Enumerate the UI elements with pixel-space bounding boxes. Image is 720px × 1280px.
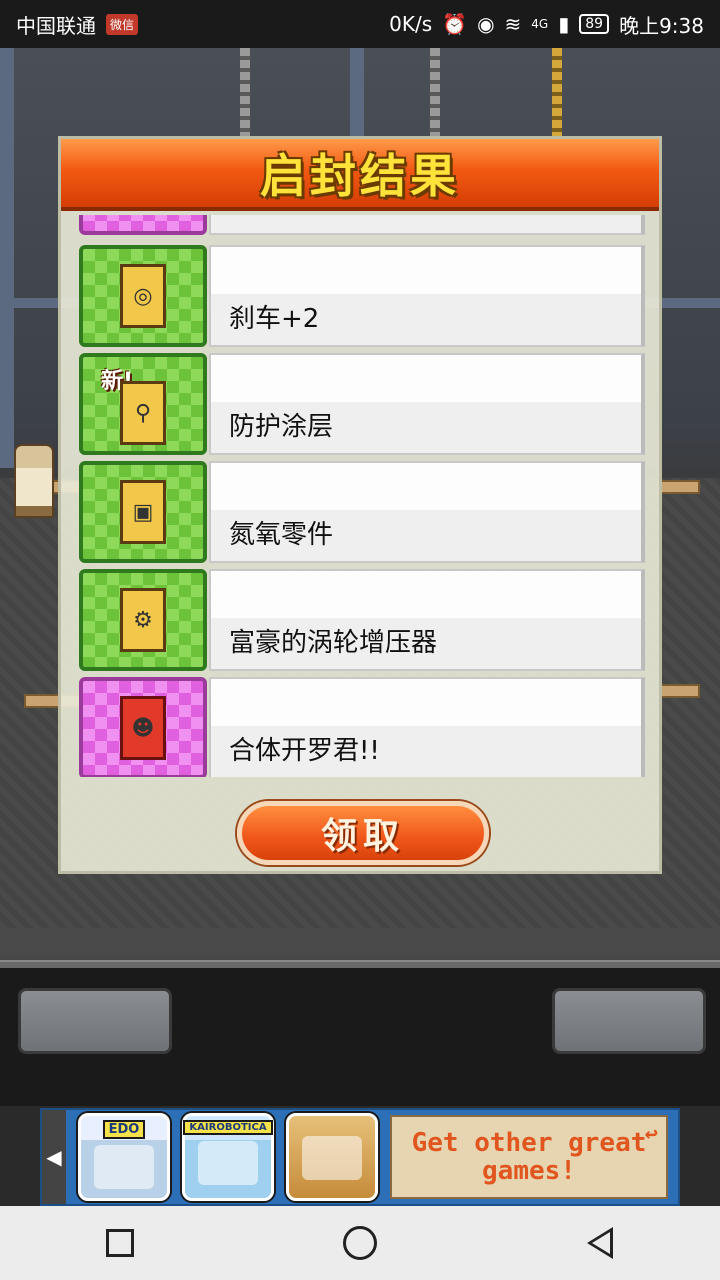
dialog-header: 启封结果 xyxy=(61,139,659,211)
item-icon: ☻ xyxy=(79,677,207,777)
status-bar: 中国联通 微信 0K/s ⏰ ◉ ≋ 4G ▮ 89 晚上9:38 xyxy=(0,0,720,48)
ad-game-title: KAIROBOTICA xyxy=(183,1120,273,1135)
pallet xyxy=(660,684,700,698)
chain xyxy=(430,48,440,138)
recent-apps-button[interactable] xyxy=(90,1213,150,1273)
network-type: 4G xyxy=(531,17,549,31)
ad-return-icon: ↩ xyxy=(644,1122,658,1147)
item-icon: ⚙ xyxy=(79,569,207,671)
list-item: ▣ 氮氧零件 xyxy=(79,461,645,563)
ad-game-thumbnail xyxy=(94,1145,154,1189)
list-item: ◎ 刹车+2 xyxy=(79,245,645,347)
spray-gun-icon: ⚲ xyxy=(120,381,166,445)
ad-game-kairobotica[interactable]: KAIROBOTICA xyxy=(182,1113,274,1201)
item-icon xyxy=(79,215,207,235)
result-list[interactable]: ◎ 刹车+2 新! ⚲ 防护涂层 ▣ 氮氧零件 ⚙ 富豪的涡轮增压器 ☻ 合体开… xyxy=(79,215,645,777)
ad-game-thumbnail xyxy=(302,1136,362,1180)
ad-game-title: EDO xyxy=(102,1120,146,1139)
ad-collapse-arrow-icon[interactable]: ◀ xyxy=(42,1110,66,1204)
item-label: 合体开罗君!! xyxy=(209,677,645,777)
list-item: 新! ⚲ 防护涂层 xyxy=(79,353,645,455)
brake-disc-icon: ◎ xyxy=(120,264,166,328)
item-label: 氮氧零件 xyxy=(209,461,645,563)
wall-beam xyxy=(0,48,14,468)
item-label: 防护涂层 xyxy=(209,353,645,455)
left-menu-button[interactable] xyxy=(18,988,172,1054)
square-icon xyxy=(106,1229,134,1257)
carrier-name: 中国联通 xyxy=(16,13,96,38)
item-icon: ▣ xyxy=(79,461,207,563)
list-item: ☻ 合体开罗君!! xyxy=(79,677,645,777)
ad-game-cafe[interactable] xyxy=(286,1113,378,1201)
bottom-toolbar xyxy=(0,960,720,1106)
item-icon: 新! ⚲ xyxy=(79,353,207,455)
item-label xyxy=(209,215,645,235)
unseal-result-dialog: 启封结果 ◎ 刹车+2 新! ⚲ 防护涂层 ▣ 氮氧零件 ⚙ 富豪的涡轮增压器 … xyxy=(58,136,662,874)
nitro-tank-icon: ▣ xyxy=(120,480,166,544)
worker-character[interactable] xyxy=(14,444,54,518)
dialog-title: 启封结果 xyxy=(260,149,460,203)
eye-icon: ◉ xyxy=(477,12,495,36)
collect-button[interactable]: 领取 xyxy=(237,801,489,865)
circle-icon xyxy=(343,1226,377,1260)
kairo-character-icon: ☻ xyxy=(120,696,166,760)
list-item: ⚙ 富豪的涡轮增压器 xyxy=(79,569,645,671)
ad-cta-label: Get other great games! xyxy=(411,1128,647,1186)
pallet xyxy=(660,480,700,494)
system-nav-bar xyxy=(0,1206,720,1280)
triangle-back-icon xyxy=(587,1227,613,1259)
back-button[interactable] xyxy=(570,1213,630,1273)
list-item xyxy=(79,215,645,235)
right-menu-button[interactable] xyxy=(552,988,706,1054)
ad-game-thumbnail xyxy=(198,1141,258,1185)
network-speed: 0K/s xyxy=(389,12,433,36)
ad-game-edo[interactable]: EDO xyxy=(78,1113,170,1201)
item-label: 刹车+2 xyxy=(209,245,645,347)
home-button[interactable] xyxy=(330,1213,390,1273)
turbocharger-icon: ⚙ xyxy=(120,588,166,652)
chain xyxy=(240,48,250,138)
battery-level: 89 xyxy=(579,14,610,34)
clock: 晚上9:38 xyxy=(619,13,704,38)
item-icon: ◎ xyxy=(79,245,207,347)
chain xyxy=(552,48,562,138)
signal-icon: ▮ xyxy=(558,12,570,36)
carrier-badge: 微信 xyxy=(106,13,139,35)
alarm-icon: ⏰ xyxy=(442,12,468,36)
collect-button-label: 领取 xyxy=(320,816,405,857)
ad-banner[interactable]: ◀ EDO KAIROBOTICA ↩ Get other great game… xyxy=(40,1108,680,1206)
wall-beam xyxy=(350,48,364,138)
wifi-icon: ≋ xyxy=(504,12,522,36)
ad-cta[interactable]: ↩ Get other great games! xyxy=(390,1115,668,1199)
item-label: 富豪的涡轮增压器 xyxy=(209,569,645,671)
